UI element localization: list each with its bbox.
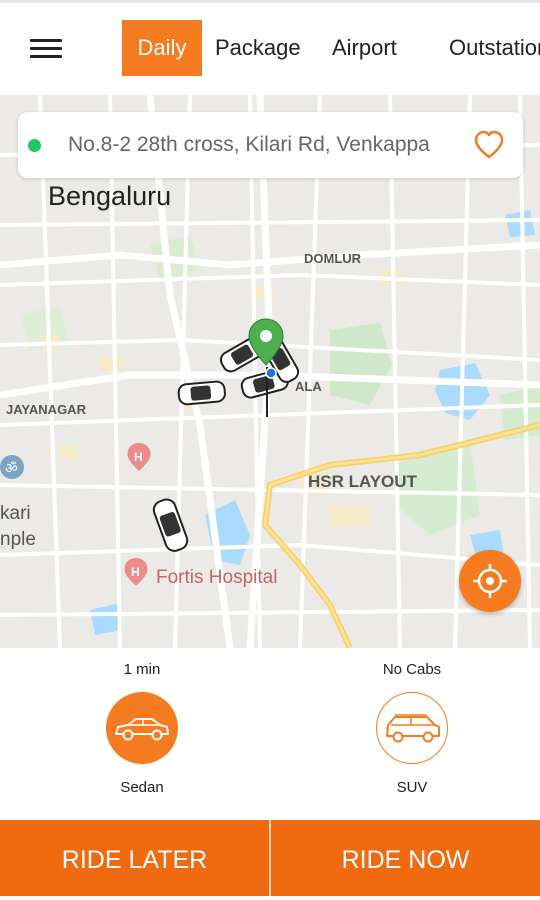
action-bar: RIDE LATER RIDE NOW [0,820,540,896]
ride-later-button[interactable]: RIDE LATER [0,820,269,896]
tab-package[interactable]: Package [202,20,314,76]
map-label-domlur: DOMLUR [304,251,362,266]
car-icon [152,498,189,552]
cab-name: SUV [396,779,428,796]
svg-text:H: H [131,565,140,579]
pickup-address[interactable]: No.8-2 28th cross, Kilari Rd, Venkappa [68,131,438,159]
map-label-city: Bengaluru [48,181,171,211]
suv-button[interactable] [376,692,448,764]
tab-daily[interactable]: Daily [122,20,202,76]
cab-eta: No Cabs [382,661,442,678]
crosshair-icon [473,564,507,598]
menu-icon[interactable] [30,37,64,63]
cab-selector: 1 min Sedan No Cabs SUV [0,648,540,820]
cab-option-sedan[interactable]: 1 min Sedan [62,648,222,798]
pickup-search-bar[interactable]: No.8-2 28th cross, Kilari Rd, Venkappa [18,112,523,178]
ride-type-tabs: Daily Package Airport Outstation [122,20,540,76]
map-label-jayanagar: JAYANAGAR [6,402,87,417]
lake [505,210,535,237]
tab-airport[interactable]: Airport [314,20,436,76]
suv-icon [386,714,440,743]
cab-option-suv[interactable]: No Cabs SUV [332,648,492,798]
ride-now-button[interactable]: RIDE NOW [271,820,540,896]
map-label-koramangala: ALA [295,379,322,394]
sedan-button[interactable] [106,692,178,764]
top-bar: Daily Package Airport Outstation [0,3,540,95]
hospital-icon: H [124,558,148,586]
car-icon [177,380,226,406]
bottom-edge [0,896,540,900]
tab-outstation[interactable]: Outstation [436,20,540,76]
temple-icon: ॐ [0,455,24,479]
heart-icon[interactable] [472,128,506,162]
map-label-kilari-1: kari [0,503,31,524]
hospital-icon: H [127,443,151,471]
cab-eta: 1 min [123,661,161,678]
svg-text:ॐ: ॐ [5,461,18,477]
map-label-hsr: HSR LAYOUT [308,472,418,491]
my-location-button[interactable] [459,550,521,612]
park-area [330,323,392,405]
map-label-kilari-2: nple [0,529,36,550]
lake [90,603,122,635]
map-label-fortis: Fortis Hospital [156,567,277,588]
cab-name: Sedan [120,779,164,796]
pickup-dot-icon [28,139,41,152]
svg-text:H: H [134,450,143,464]
sedan-icon [115,718,169,741]
